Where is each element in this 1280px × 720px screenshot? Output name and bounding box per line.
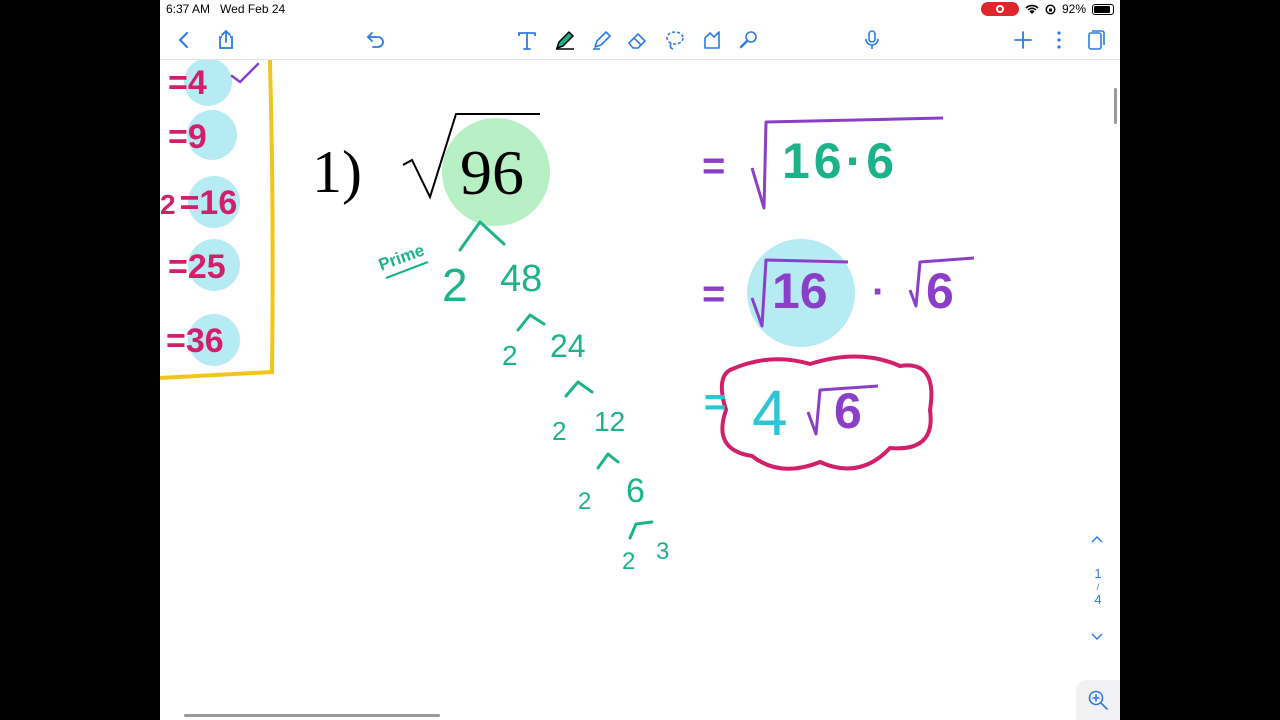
vertical-scrollbar[interactable]: [1114, 88, 1117, 124]
horizontal-scrollbar[interactable]: [184, 714, 440, 717]
factor-tree-branches: [458, 220, 654, 540]
screen-recording-icon[interactable]: [980, 2, 1019, 16]
square-value: =25: [168, 248, 226, 286]
problem-radicand: 96: [460, 137, 524, 208]
step3-equals: =: [704, 382, 727, 424]
factor-left: 2: [622, 548, 636, 575]
zoom-icon: [1088, 690, 1108, 710]
wifi-icon: [1025, 4, 1039, 14]
square-prefix: 2: [160, 189, 176, 220]
step1-expression: 16·6: [782, 133, 899, 189]
page-total: 4: [1094, 592, 1102, 607]
highlighter-tool-icon[interactable]: [587, 26, 617, 54]
square-row-3: 2 =16: [160, 184, 237, 223]
page-indicator: 1 / 4: [1094, 566, 1102, 608]
shapes-tool-icon[interactable]: [697, 26, 727, 54]
share-icon[interactable]: [211, 26, 241, 54]
battery-icon: [1092, 3, 1114, 15]
back-icon[interactable]: [169, 26, 199, 54]
square-value: =4: [168, 64, 207, 102]
square-value: =9: [168, 118, 207, 156]
factor-left: 2: [552, 416, 567, 446]
step2-equals: =: [702, 272, 726, 316]
square-row-4: =25: [168, 248, 226, 287]
status-time: 6:37 AM Wed Feb 24: [166, 2, 285, 16]
step2-dot: ·: [872, 270, 886, 314]
battery-percent: 92%: [1061, 2, 1086, 16]
step2-radicand-a: 16: [772, 263, 828, 319]
factor-right: 6: [626, 472, 645, 510]
text-tool-icon[interactable]: [512, 26, 542, 54]
toolbar: [160, 20, 1120, 60]
square-row-2: =9: [168, 118, 207, 157]
factor-right: 12: [594, 406, 626, 437]
factor-left: 2: [578, 488, 592, 515]
undo-icon[interactable]: [361, 26, 391, 54]
status-right: 92%: [980, 2, 1114, 16]
step1-equals: =: [702, 144, 726, 188]
page-separator: /: [1096, 582, 1100, 592]
zoom-button[interactable]: [1076, 680, 1120, 720]
add-icon[interactable]: [1008, 26, 1038, 54]
factor-right: 24: [550, 328, 586, 364]
square-value: =16: [179, 184, 238, 222]
lasso-tool-icon[interactable]: [660, 26, 690, 54]
problem-number: 1): [312, 139, 362, 205]
date-text: Wed Feb 24: [220, 2, 286, 16]
factor-left: 2: [442, 259, 468, 311]
more-icon[interactable]: [1044, 26, 1074, 54]
laser-pointer-icon[interactable]: [734, 26, 764, 54]
step3-coefficient: 4: [752, 377, 788, 449]
step3-radicand: 6: [834, 383, 862, 439]
page-up-chevron-icon[interactable]: [1090, 532, 1104, 547]
orientation-lock-icon: [1045, 3, 1056, 15]
note-canvas[interactable]: =4 =9 2 =16 =25 =36 1) 96 Prime 2 48 2 24…: [160, 60, 1120, 720]
ink-layer: [160, 60, 975, 540]
page-down-chevron-icon[interactable]: [1090, 630, 1104, 645]
time-text: 6:37 AM: [166, 2, 211, 16]
factor-right: 3: [656, 538, 670, 565]
status-bar: 6:37 AM Wed Feb 24 92%: [160, 0, 1120, 20]
pages-icon[interactable]: [1080, 26, 1110, 54]
factor-right: 48: [500, 258, 543, 300]
check-mark-icon: [230, 62, 260, 84]
factor-left: 2: [502, 340, 518, 371]
ipad-screen: 6:37 AM Wed Feb 24 92% =4 =9 2 =16 =25 =…: [160, 0, 1120, 720]
square-value: =36: [166, 322, 224, 360]
eraser-tool-icon[interactable]: [623, 26, 653, 54]
page-current: 1: [1094, 566, 1102, 581]
pen-tool-icon[interactable]: [550, 26, 580, 54]
step2-radicand-b: 6: [926, 263, 954, 319]
microphone-icon[interactable]: [857, 26, 887, 54]
square-row-1: =4: [168, 64, 207, 103]
square-row-5: =36: [166, 322, 224, 361]
